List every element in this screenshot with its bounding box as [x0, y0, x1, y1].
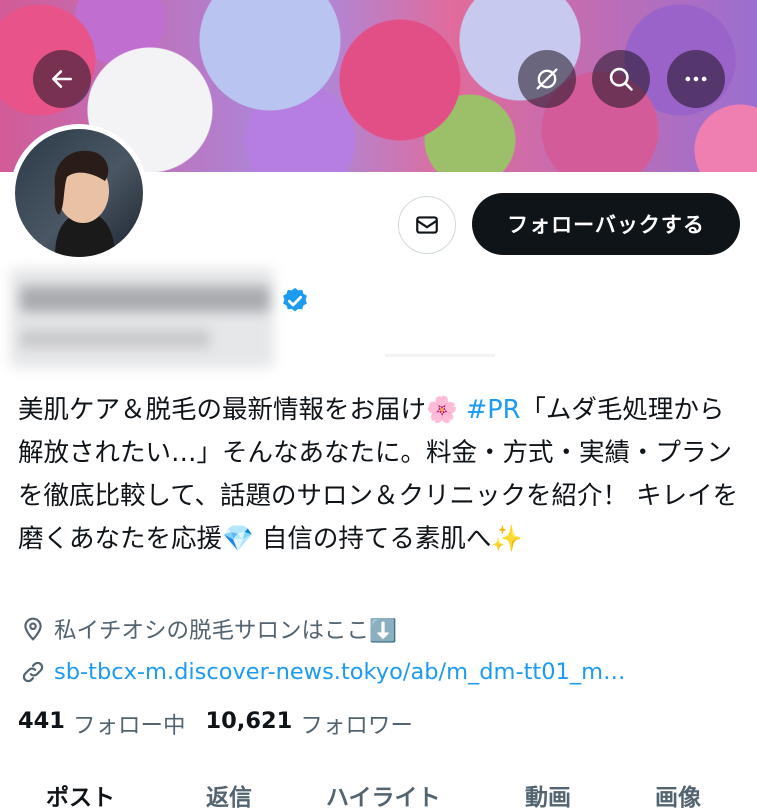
follow-stats: 441 フォロー中 10,621 フォロワー — [18, 708, 433, 740]
tab-posts[interactable]: ポスト — [46, 778, 115, 812]
location-text: 私イチオシの脱毛サロンはここ⬇️ — [54, 618, 398, 644]
following-count[interactable]: 441 — [18, 708, 65, 740]
following-label[interactable]: フォロー中 — [73, 708, 186, 740]
avatar-photo — [15, 129, 143, 257]
display-name-blurred — [10, 268, 274, 368]
back-button[interactable] — [33, 50, 91, 108]
hide-button[interactable] — [518, 50, 576, 108]
profile-bio: 美肌ケア＆脱毛の最新情報をお届け🌸 #PR「ムダ毛処理から解放されたい…」そんな… — [18, 389, 748, 561]
more-button[interactable] — [667, 50, 725, 108]
profile-tabs: ポスト 返信 ハイライト 動画 画像 — [0, 770, 757, 812]
tab-highlights[interactable]: ハイライト — [326, 778, 441, 812]
handle-placeholder — [385, 354, 495, 357]
tab-replies[interactable]: 返信 — [206, 778, 252, 812]
hide-icon — [536, 68, 558, 90]
link-icon — [22, 661, 44, 683]
bio-hashtag[interactable]: #PR — [466, 395, 520, 425]
bio-text: 美肌ケア＆脱毛の最新情報をお届け🌸 — [18, 395, 466, 425]
profile-link[interactable]: sb-tbcx-m.discover-news.tokyo/ab/m_dm-tt… — [20, 659, 626, 685]
followers-label[interactable]: フォロワー — [300, 708, 413, 740]
location-pin-icon — [24, 617, 42, 641]
link-text[interactable]: sb-tbcx-m.discover-news.tokyo/ab/m_dm-tt… — [54, 659, 626, 685]
envelope-icon — [416, 216, 438, 234]
more-icon — [685, 76, 707, 82]
arrow-left-icon — [52, 70, 72, 88]
follow-back-button[interactable]: フォローバックする — [472, 193, 740, 255]
tab-images[interactable]: 画像 — [655, 778, 701, 812]
followers-count[interactable]: 10,621 — [205, 708, 292, 740]
verified-badge-icon — [283, 287, 307, 312]
avatar[interactable] — [10, 124, 148, 262]
search-button[interactable] — [592, 50, 650, 108]
message-button[interactable] — [398, 196, 456, 254]
search-icon — [609, 67, 633, 91]
tab-videos[interactable]: 動画 — [525, 778, 571, 812]
profile-location: 私イチオシの脱毛サロンはここ⬇️ — [20, 613, 397, 645]
